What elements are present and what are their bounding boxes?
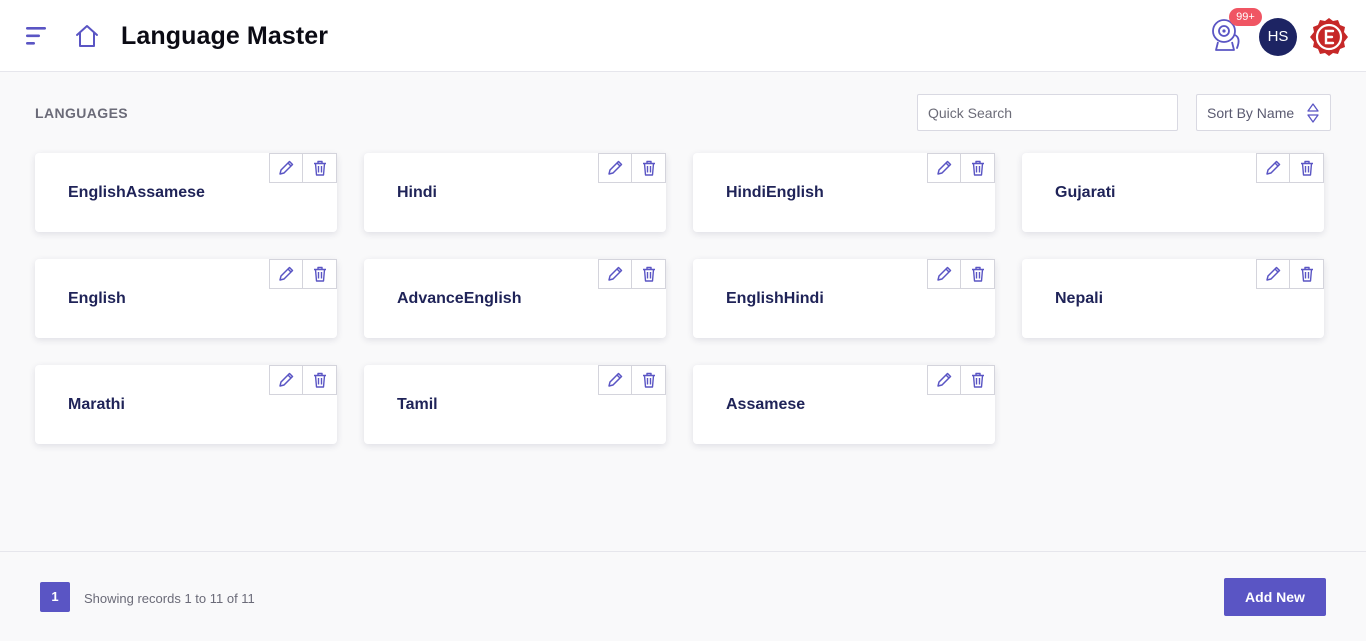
language-card[interactable]: Nepali bbox=[1022, 259, 1324, 338]
trash-icon bbox=[642, 372, 655, 388]
language-card[interactable]: HindiEnglish bbox=[693, 153, 995, 232]
edit-button[interactable] bbox=[598, 365, 632, 395]
card-actions bbox=[598, 259, 666, 289]
language-name: English bbox=[68, 290, 126, 307]
edit-button[interactable] bbox=[269, 365, 303, 395]
language-name: AdvanceEnglish bbox=[397, 290, 522, 307]
card-actions bbox=[1256, 153, 1324, 183]
records-summary: Showing records 1 to 11 of 11 bbox=[84, 591, 255, 606]
trash-icon bbox=[971, 160, 984, 176]
user-avatar[interactable]: HS bbox=[1259, 18, 1297, 56]
edit-button[interactable] bbox=[1256, 259, 1290, 289]
pencil-icon bbox=[608, 372, 623, 387]
trash-icon bbox=[1300, 266, 1313, 282]
language-name: Assamese bbox=[726, 396, 806, 413]
language-name: EnglishAssamese bbox=[68, 184, 205, 201]
top-header: Language Master 99+ HS bbox=[0, 0, 1366, 72]
pagination-page-1[interactable]: 1 bbox=[40, 582, 70, 612]
trash-icon bbox=[313, 160, 326, 176]
card-actions bbox=[598, 365, 666, 395]
pencil-icon bbox=[279, 372, 294, 387]
quick-search-input[interactable] bbox=[917, 94, 1178, 131]
pencil-icon bbox=[279, 160, 294, 175]
language-name: Gujarati bbox=[1055, 184, 1116, 201]
pencil-icon bbox=[608, 160, 623, 175]
delete-button[interactable] bbox=[961, 153, 995, 183]
card-actions bbox=[598, 153, 666, 183]
pencil-icon bbox=[1266, 266, 1281, 281]
menu-icon[interactable] bbox=[24, 25, 48, 47]
card-actions bbox=[1256, 259, 1324, 289]
footer-bar: 1 Showing records 1 to 11 of 11 Add New bbox=[0, 551, 1366, 641]
language-card[interactable]: Assamese bbox=[693, 365, 995, 444]
language-name: HindiEnglish bbox=[726, 184, 824, 201]
language-card[interactable]: Gujarati bbox=[1022, 153, 1324, 232]
edit-button[interactable] bbox=[598, 153, 632, 183]
sort-dropdown[interactable]: Sort By Name bbox=[1196, 94, 1331, 131]
delete-button[interactable] bbox=[961, 365, 995, 395]
delete-button[interactable] bbox=[303, 365, 337, 395]
add-new-button[interactable]: Add New bbox=[1224, 578, 1326, 616]
card-actions bbox=[269, 153, 337, 183]
language-card[interactable]: Hindi bbox=[364, 153, 666, 232]
card-actions bbox=[269, 365, 337, 395]
delete-button[interactable] bbox=[632, 259, 666, 289]
trash-icon bbox=[313, 266, 326, 282]
delete-button[interactable] bbox=[1290, 259, 1324, 289]
edit-button[interactable] bbox=[598, 259, 632, 289]
notification-badge[interactable]: 99+ bbox=[1229, 8, 1262, 26]
language-name: Hindi bbox=[397, 184, 437, 201]
language-name: Tamil bbox=[397, 396, 438, 413]
page-title: Language Master bbox=[121, 22, 329, 50]
delete-button[interactable] bbox=[632, 365, 666, 395]
pencil-icon bbox=[1266, 160, 1281, 175]
language-card[interactable]: Marathi bbox=[35, 365, 337, 444]
edit-button[interactable] bbox=[1256, 153, 1290, 183]
edit-button[interactable] bbox=[927, 153, 961, 183]
pencil-icon bbox=[937, 372, 952, 387]
language-card[interactable]: English bbox=[35, 259, 337, 338]
edit-button[interactable] bbox=[927, 259, 961, 289]
sort-label: Sort By Name bbox=[1207, 105, 1295, 121]
language-name: Nepali bbox=[1055, 290, 1104, 307]
delete-button[interactable] bbox=[303, 259, 337, 289]
card-actions bbox=[927, 153, 995, 183]
section-title: LANGUAGES bbox=[35, 105, 129, 121]
brand-logo-icon bbox=[1309, 17, 1349, 57]
delete-button[interactable] bbox=[1290, 153, 1324, 183]
pencil-icon bbox=[279, 266, 294, 281]
edit-button[interactable] bbox=[269, 153, 303, 183]
language-card[interactable]: AdvanceEnglish bbox=[364, 259, 666, 338]
delete-button[interactable] bbox=[632, 153, 666, 183]
trash-icon bbox=[313, 372, 326, 388]
card-actions bbox=[269, 259, 337, 289]
language-card[interactable]: EnglishHindi bbox=[693, 259, 995, 338]
trash-icon bbox=[971, 266, 984, 282]
pencil-icon bbox=[937, 266, 952, 281]
language-name: EnglishHindi bbox=[726, 290, 824, 307]
card-actions bbox=[927, 365, 995, 395]
card-actions bbox=[927, 259, 995, 289]
language-name: Marathi bbox=[68, 396, 125, 413]
sort-arrows-icon bbox=[1306, 101, 1320, 125]
pencil-icon bbox=[937, 160, 952, 175]
home-icon[interactable] bbox=[74, 23, 100, 49]
edit-button[interactable] bbox=[927, 365, 961, 395]
pencil-icon bbox=[608, 266, 623, 281]
language-card[interactable]: Tamil bbox=[364, 365, 666, 444]
edit-button[interactable] bbox=[269, 259, 303, 289]
trash-icon bbox=[642, 266, 655, 282]
language-grid: EnglishAssamese Hindi HindiEnglish Gujar… bbox=[35, 153, 1325, 444]
trash-icon bbox=[1300, 160, 1313, 176]
delete-button[interactable] bbox=[303, 153, 337, 183]
delete-button[interactable] bbox=[961, 259, 995, 289]
language-card[interactable]: EnglishAssamese bbox=[35, 153, 337, 232]
trash-icon bbox=[971, 372, 984, 388]
trash-icon bbox=[642, 160, 655, 176]
